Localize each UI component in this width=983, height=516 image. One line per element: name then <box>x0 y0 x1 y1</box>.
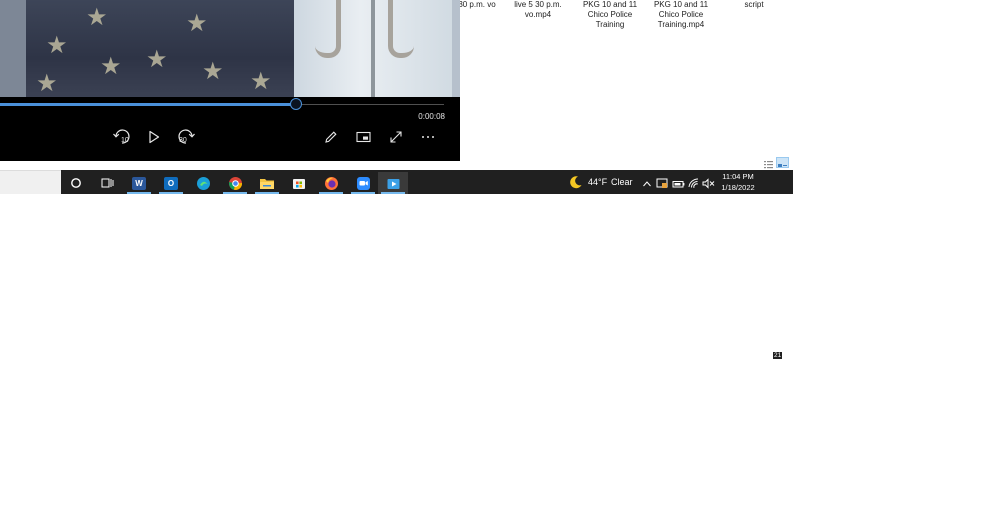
running-indicator <box>319 192 343 194</box>
seek-thumb[interactable] <box>290 98 302 110</box>
details-view-icon <box>764 161 773 169</box>
defender-icon <box>656 178 668 188</box>
details-view-button[interactable] <box>762 157 775 169</box>
star-shape: ★ <box>250 68 272 95</box>
large-icons-view-button[interactable] <box>776 157 789 168</box>
star-shape: ★ <box>146 46 168 73</box>
file-item[interactable]: script <box>735 0 773 10</box>
taskbar: W O 44°F Clear 21 <box>61 170 793 360</box>
play-button[interactable] <box>144 128 164 146</box>
security-tray-button[interactable] <box>656 176 668 194</box>
moon-icon <box>570 176 582 189</box>
outlook-icon: O <box>164 176 178 190</box>
clock[interactable]: 11:04 PM 1/18/2022 <box>710 171 766 193</box>
task-view-button[interactable] <box>92 172 122 194</box>
seek-bar[interactable] <box>0 97 460 113</box>
cortana-icon <box>71 178 81 188</box>
skip-forward-label: 30 <box>179 137 187 144</box>
taskbar-app-firefox[interactable] <box>316 172 346 194</box>
battery-icon <box>672 181 685 188</box>
video-door-gap <box>371 0 375 97</box>
action-center-button[interactable]: 21 <box>765 345 783 361</box>
word-icon: W <box>132 176 146 190</box>
file-item[interactable]: live 5 30 p.m. vo.mp4 <box>510 0 566 20</box>
file-explorer-icon <box>260 178 274 189</box>
running-indicator <box>223 192 247 194</box>
file-item[interactable]: PKG 10 and 11 Chico Police Training <box>578 0 642 30</box>
more-icon <box>422 136 434 138</box>
taskbar-app-edge[interactable] <box>188 172 218 194</box>
running-indicator <box>381 192 405 194</box>
taskbar-app-word[interactable]: W <box>124 172 154 194</box>
taskbar-app-zoom[interactable] <box>348 172 378 194</box>
fullscreen-icon <box>390 131 402 143</box>
taskbar-app-store[interactable] <box>284 172 314 194</box>
task-view-icon <box>101 178 113 188</box>
taskbar-left-gap <box>0 170 61 194</box>
skip-back-label: 10 <box>121 137 129 144</box>
play-icon <box>149 130 160 144</box>
star-shape: ★ <box>186 10 208 37</box>
mini-view-icon <box>355 131 371 143</box>
skip-back-icon: 10 <box>113 129 130 144</box>
taskbar-app-movies-tv[interactable] <box>378 172 408 194</box>
clock-time: 11:04 PM <box>722 172 754 181</box>
weather-condition[interactable]: Clear <box>611 177 633 187</box>
star-shape: ★ <box>202 58 224 85</box>
video-frame[interactable]: ★ ★ ★ ★ ★ ★ ★ ★ <box>0 0 460 97</box>
video-door-handle <box>388 0 414 58</box>
wifi-icon <box>688 178 699 188</box>
skip-back-button[interactable]: 10 <box>112 128 132 146</box>
video-flag: ★ ★ ★ ★ ★ ★ ★ ★ <box>26 0 294 97</box>
more-options-button[interactable] <box>418 128 438 146</box>
store-icon <box>293 179 305 189</box>
network-button[interactable] <box>688 176 700 194</box>
taskbar-app-file-explorer[interactable] <box>252 172 282 194</box>
star-shape: ★ <box>36 70 58 97</box>
video-door-handle <box>315 0 341 58</box>
file-item[interactable]: 30 p.m. vo <box>455 0 499 10</box>
elapsed-time: 0:00:08 <box>418 112 445 121</box>
running-indicator <box>159 192 183 194</box>
running-indicator <box>255 192 279 194</box>
file-item[interactable]: PKG 10 and 11 Chico Police Training.mp4 <box>648 0 714 30</box>
edit-button[interactable] <box>321 128 341 146</box>
taskbar-app-chrome[interactable] <box>220 172 250 194</box>
star-shape: ★ <box>86 4 108 31</box>
search-button[interactable] <box>61 172 91 194</box>
mini-view-button[interactable] <box>353 128 373 146</box>
firefox-icon <box>324 176 338 190</box>
battery-button[interactable] <box>672 176 685 194</box>
running-indicator <box>127 192 151 194</box>
taskbar-app-outlook[interactable]: O <box>156 172 186 194</box>
running-indicator <box>351 192 375 194</box>
video-edge <box>452 0 460 97</box>
video-flag-edge <box>0 0 26 97</box>
skip-forward-button[interactable]: 30 <box>176 128 196 146</box>
seek-progress <box>0 103 296 106</box>
chevron-up-icon <box>643 181 651 187</box>
show-hidden-icons-button[interactable] <box>642 176 652 194</box>
zoom-icon <box>356 176 370 190</box>
star-shape: ★ <box>46 32 68 59</box>
fullscreen-button[interactable] <box>386 128 406 146</box>
video-player-window: ★ ★ ★ ★ ★ ★ ★ ★ 0:00:08 10 30 <box>0 0 460 161</box>
edge-icon <box>196 176 210 190</box>
skip-forward-icon: 30 <box>178 129 195 144</box>
movies-tv-icon <box>387 178 399 189</box>
weather-button[interactable] <box>569 175 583 189</box>
star-shape: ★ <box>100 53 122 80</box>
weather-temperature[interactable]: 44°F <box>588 177 607 187</box>
chrome-icon <box>228 176 242 190</box>
clock-date: 1/18/2022 <box>721 183 755 192</box>
pencil-icon <box>325 131 337 143</box>
notification-count: 21 <box>773 352 783 359</box>
